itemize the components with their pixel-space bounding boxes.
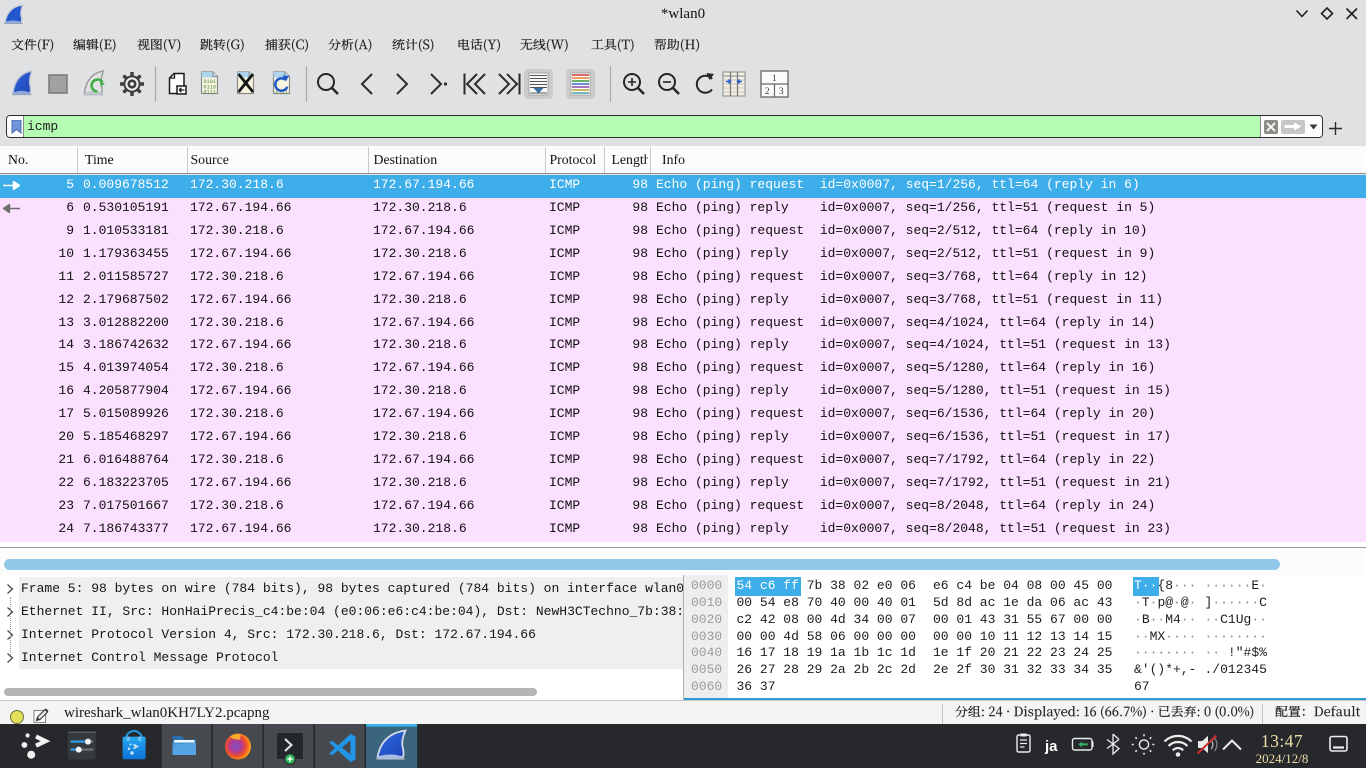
- svg-text:1: 1: [772, 73, 777, 83]
- svg-text:3: 3: [779, 86, 784, 96]
- svg-text:ja: ja: [1044, 738, 1058, 755]
- svg-text:0111: 0111: [204, 90, 216, 96]
- svg-text:2: 2: [765, 86, 770, 96]
